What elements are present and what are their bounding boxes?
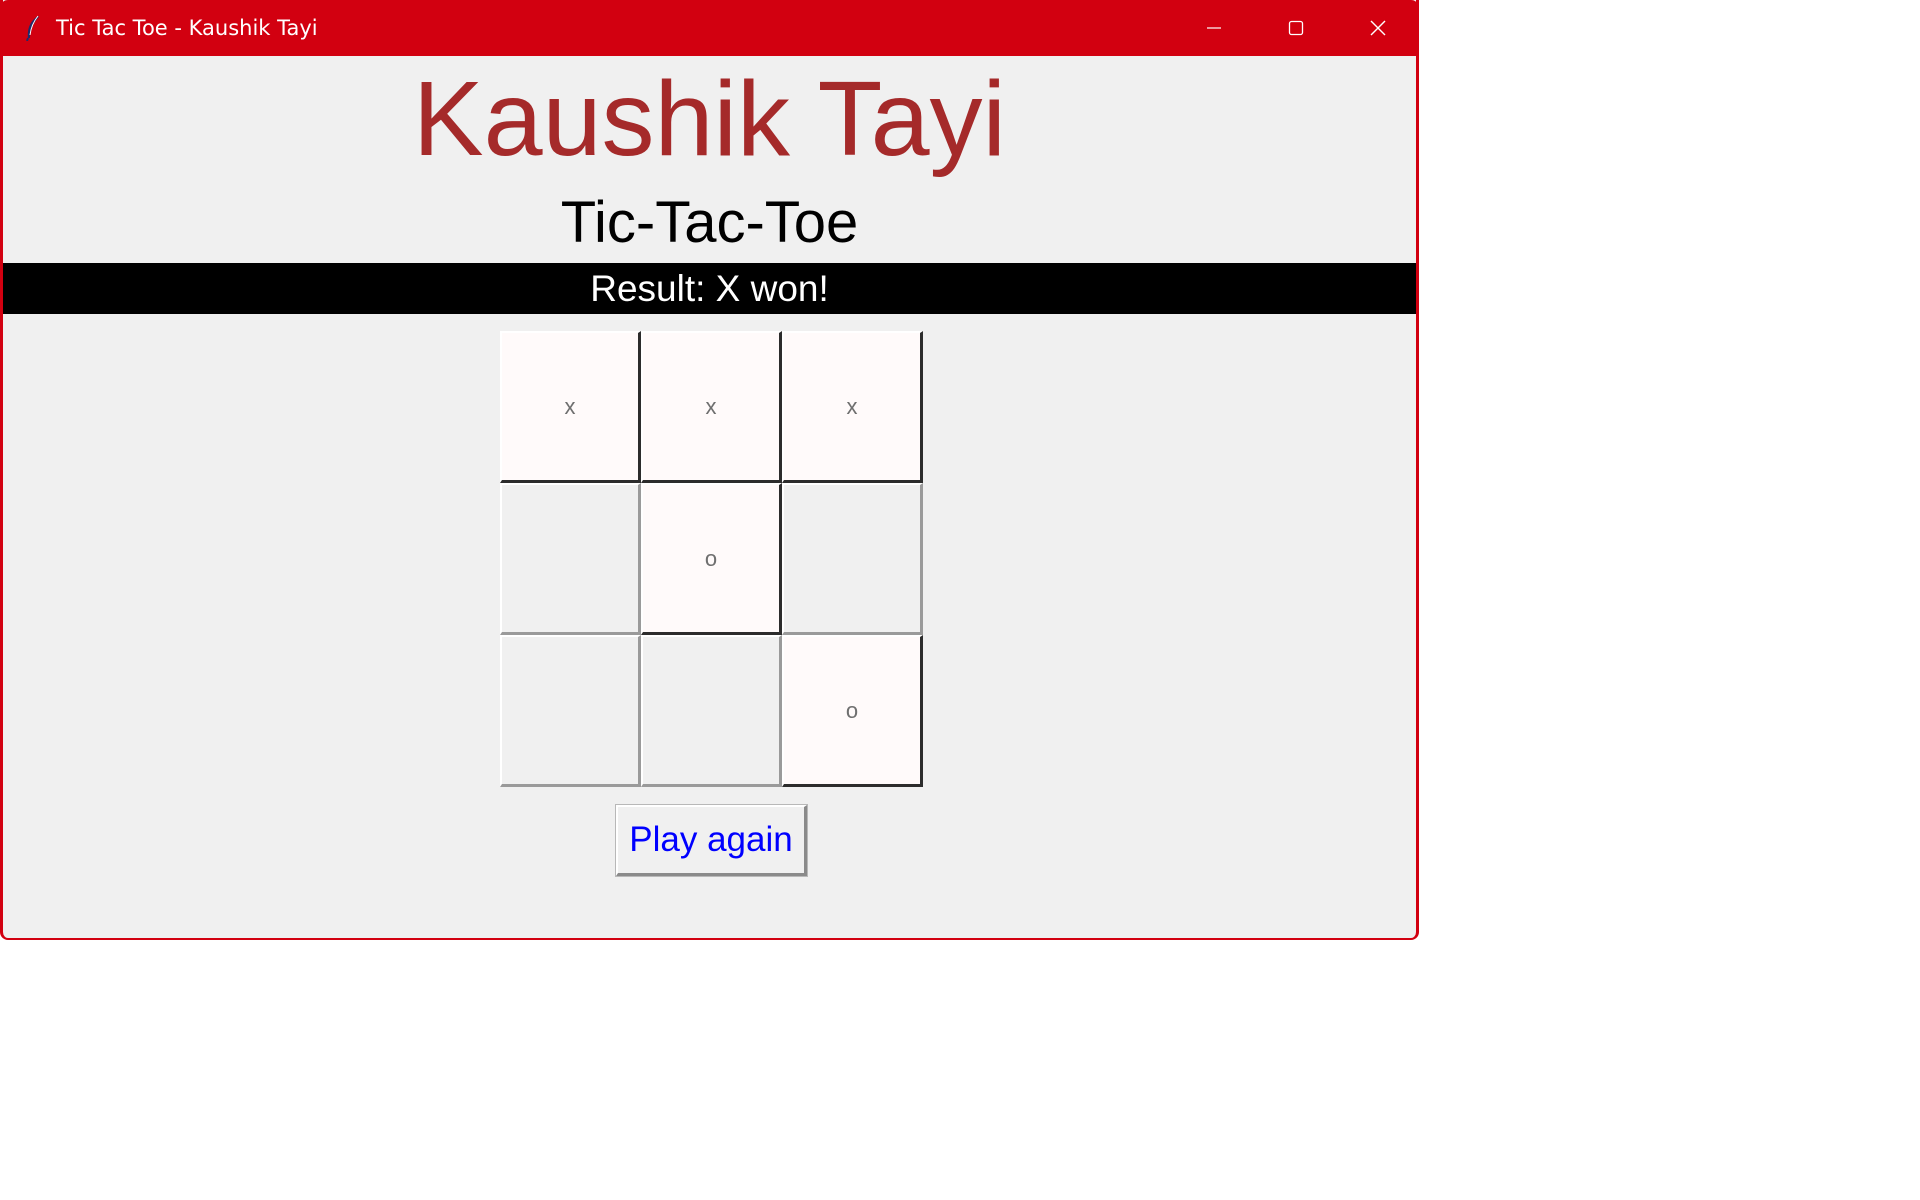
- board-cell-r3c1[interactable]: [500, 635, 641, 787]
- maximize-button[interactable]: [1255, 0, 1337, 56]
- maximize-icon: [1288, 20, 1304, 36]
- minimize-icon: [1207, 27, 1221, 29]
- board-cell-r3c3[interactable]: o: [782, 635, 923, 787]
- board-cell-r1c3[interactable]: x: [782, 331, 923, 483]
- window-title: Tic Tac Toe - Kaushik Tayi: [56, 16, 318, 40]
- board-cell-r3c2[interactable]: [641, 635, 782, 787]
- result-label: Result: X won!: [3, 263, 1416, 314]
- board-cell-r1c2[interactable]: x: [641, 331, 782, 483]
- board-cell-r2c3[interactable]: [782, 483, 923, 635]
- board-cell-r1c1[interactable]: x: [500, 331, 641, 483]
- feather-icon: [20, 15, 46, 41]
- play-again-button[interactable]: Play again: [615, 804, 808, 877]
- board-cell-r2c2[interactable]: o: [641, 483, 782, 635]
- close-icon: [1370, 20, 1386, 36]
- player-name-heading: Kaushik Tayi: [412, 60, 1007, 178]
- close-button[interactable]: [1337, 0, 1416, 56]
- game-board: x x x o o: [500, 331, 925, 787]
- minimize-button[interactable]: [1173, 0, 1255, 56]
- title-bar[interactable]: Tic Tac Toe - Kaushik Tayi: [3, 0, 1416, 56]
- app-window: Tic Tac Toe - Kaushik Tayi Kaushik Tayi …: [0, 0, 1419, 940]
- game-title: Tic-Tac-Toe: [560, 190, 859, 255]
- window-controls: [1173, 0, 1416, 56]
- board-cell-r2c1[interactable]: [500, 483, 641, 635]
